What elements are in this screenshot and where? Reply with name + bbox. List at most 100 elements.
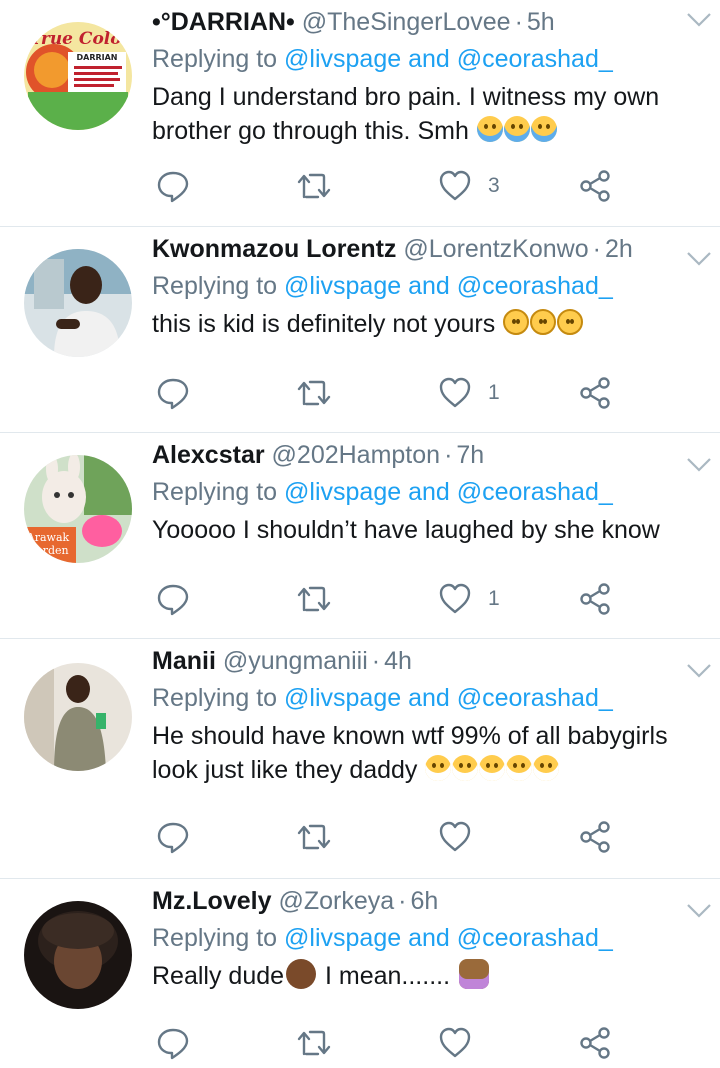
- tweet[interactable]: Arawak Garden Alexcstar @202Hampton · 7h R…: [0, 433, 720, 639]
- avatar[interactable]: [24, 901, 132, 1009]
- slight-smile-emoji: [503, 309, 530, 335]
- share-icon: [580, 583, 610, 615]
- share-button[interactable]: [578, 1021, 612, 1065]
- share-icon: [580, 170, 610, 202]
- shrug-emoji: [458, 959, 489, 989]
- reply-icon: [157, 378, 189, 410]
- like-button[interactable]: 3: [438, 164, 500, 208]
- reply-button[interactable]: [156, 164, 190, 208]
- tweet-text-content: Dang I understand bro pain. I witness my…: [152, 83, 667, 145]
- sweat-smile-emoji: [425, 755, 452, 781]
- replying-to-link[interactable]: @livspage and @ceorashad_: [284, 478, 613, 506]
- tweet-text-content: this is kid is definitely not yours: [152, 310, 503, 338]
- reply-button[interactable]: [156, 1021, 190, 1065]
- tweet[interactable]: True Color DARRIAN •°DARRIAN• @TheSinger…: [0, 0, 720, 227]
- tweet-text: Yooooo I shouldn’t have laughed by she k…: [152, 513, 700, 547]
- retweet-button[interactable]: [296, 164, 332, 208]
- sweat-smile-emoji: [452, 755, 479, 781]
- sweat-smile-emoji: [479, 755, 506, 781]
- timestamp[interactable]: 7h: [456, 441, 484, 469]
- tweet-text-content: I mean.......: [318, 962, 457, 990]
- display-name[interactable]: Kwonmazou Lorentz: [152, 235, 396, 263]
- tweet-text-line: He should have known wtf 99% of all baby…: [152, 722, 668, 750]
- timestamp[interactable]: 5h: [527, 8, 555, 36]
- chevron-down-icon[interactable]: [686, 12, 712, 28]
- avatar[interactable]: [24, 249, 132, 357]
- reply-icon: [157, 171, 189, 203]
- like-button[interactable]: [438, 815, 488, 859]
- sweat-smile-emoji: [506, 755, 533, 781]
- tweet[interactable]: Manii @yungmaniii · 4h Replying to @livspa…: [0, 639, 720, 879]
- share-button[interactable]: [578, 164, 612, 208]
- display-name[interactable]: Alexcstar: [152, 441, 265, 469]
- slight-smile-emoji: [557, 309, 584, 335]
- share-button[interactable]: [578, 815, 612, 859]
- retweet-button[interactable]: [296, 815, 332, 859]
- avatar[interactable]: True Color DARRIAN: [24, 22, 132, 130]
- user-handle[interactable]: @yungmaniii: [223, 647, 368, 675]
- user-handle[interactable]: @LorentzKonwo: [403, 235, 588, 263]
- retweet-icon: [297, 824, 331, 850]
- replying-to: Replying to @livspage and @ceorashad_: [152, 679, 700, 717]
- avatar[interactable]: [24, 663, 132, 771]
- avatar-title-text: True Color: [29, 29, 131, 49]
- tweet-text-content: Yooooo I shouldn’t have laughed by she k…: [152, 516, 660, 544]
- display-name[interactable]: •°DARRIAN•: [152, 8, 295, 36]
- timestamp[interactable]: 2h: [605, 235, 633, 263]
- like-count: 3: [488, 174, 500, 197]
- tweet[interactable]: Kwonmazou Lorentz @LorentzKonwo · 2h Reply…: [0, 227, 720, 433]
- display-name[interactable]: Mz.Lovely: [152, 887, 271, 915]
- like-count: 1: [488, 381, 500, 404]
- heart-icon: [439, 377, 471, 408]
- replying-to-link[interactable]: @livspage and @ceorashad_: [284, 684, 613, 712]
- timestamp[interactable]: 6h: [410, 887, 438, 915]
- reply-button[interactable]: [156, 371, 190, 415]
- heart-icon: [439, 170, 471, 201]
- retweet-icon: [297, 1030, 331, 1056]
- slight-smile-emoji: [530, 309, 557, 335]
- crying-emoji: [530, 116, 557, 142]
- chevron-down-icon[interactable]: [686, 251, 712, 267]
- avatar-sign-text: Garden: [27, 544, 68, 557]
- reply-button[interactable]: [156, 815, 190, 859]
- replying-to-link[interactable]: @livspage and @ceorashad_: [284, 45, 613, 73]
- user-handle[interactable]: @202Hampton: [272, 441, 441, 469]
- chevron-down-icon[interactable]: [686, 663, 712, 679]
- retweet-button[interactable]: [296, 577, 332, 621]
- chevron-down-icon[interactable]: [686, 457, 712, 473]
- replying-label: Replying to: [152, 272, 285, 300]
- display-name[interactable]: Manii: [152, 647, 216, 675]
- like-button[interactable]: [438, 1021, 488, 1065]
- avatar-name-text: DARRIAN: [76, 53, 117, 62]
- reply-button[interactable]: [156, 577, 190, 621]
- share-button[interactable]: [578, 577, 612, 621]
- tweet-header: •°DARRIAN• @TheSingerLovee · 5h: [152, 8, 555, 36]
- replying-to-link[interactable]: @livspage and @ceorashad_: [284, 924, 613, 952]
- tweet[interactable]: Mz.Lovely @Zorkeya · 6h Replying to @livsp…: [0, 879, 720, 1068]
- crying-emoji: [476, 116, 503, 142]
- tweet-text: Really dude I mean.......: [152, 959, 700, 993]
- replying-to: Replying to @livspage and @ceorashad_: [152, 473, 700, 511]
- tweet-header: Alexcstar @202Hampton · 7h: [152, 441, 485, 469]
- tweet-text: He should have known wtf 99% of all baby…: [152, 719, 700, 787]
- like-button[interactable]: 1: [438, 371, 500, 415]
- avatar-sign-text: Arawak: [26, 531, 70, 544]
- retweet-icon: [297, 586, 331, 612]
- replying-label: Replying to: [152, 45, 285, 73]
- timestamp[interactable]: 4h: [384, 647, 412, 675]
- chevron-down-icon[interactable]: [686, 903, 712, 919]
- avatar[interactable]: Arawak Garden: [24, 455, 132, 563]
- tweet-text-content: Really dude: [152, 962, 285, 990]
- replying-to-link[interactable]: @livspage and @ceorashad_: [284, 272, 613, 300]
- share-button[interactable]: [578, 371, 612, 415]
- tweet-text: this is kid is definitely not yours: [152, 307, 700, 341]
- retweet-button[interactable]: [296, 1021, 332, 1065]
- like-button[interactable]: 1: [438, 577, 500, 621]
- user-handle[interactable]: @Zorkeya: [278, 887, 394, 915]
- share-icon: [580, 1027, 610, 1059]
- retweet-icon: [297, 380, 331, 406]
- retweet-button[interactable]: [296, 371, 332, 415]
- tweet-header: Manii @yungmaniii · 4h: [152, 647, 412, 675]
- replying-to: Replying to @livspage and @ceorashad_: [152, 267, 700, 305]
- user-handle[interactable]: @TheSingerLovee: [302, 8, 511, 36]
